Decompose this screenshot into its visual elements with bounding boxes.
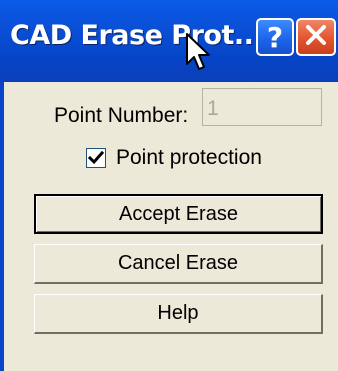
cancel-erase-button[interactable]: Cancel Erase	[34, 244, 323, 284]
title-bar[interactable]: CAD Erase Prot... ?	[0, 0, 338, 82]
window-title: CAD Erase Prot...	[10, 20, 264, 51]
dialog-content: Point Number: Point protection Accept Er…	[4, 82, 338, 371]
help-icon: ?	[266, 20, 284, 54]
title-help-button[interactable]: ?	[256, 18, 294, 56]
checkmark-icon	[88, 150, 104, 165]
accept-erase-button[interactable]: Accept Erase	[34, 194, 323, 234]
point-number-label: Point Number:	[54, 104, 189, 127]
close-icon	[304, 23, 328, 51]
point-protection-label: Point protection	[116, 146, 262, 169]
mouse-cursor-icon	[186, 33, 216, 75]
point-number-field[interactable]	[202, 88, 322, 126]
point-protection-checkbox[interactable]: Point protection	[86, 146, 262, 170]
title-close-button[interactable]	[296, 18, 336, 56]
cad-erase-dialog: CAD Erase Prot... ? Point Number: 1 Poin…	[0, 0, 338, 371]
checkbox-box[interactable]	[86, 148, 106, 168]
help-button[interactable]: Help	[34, 294, 323, 334]
